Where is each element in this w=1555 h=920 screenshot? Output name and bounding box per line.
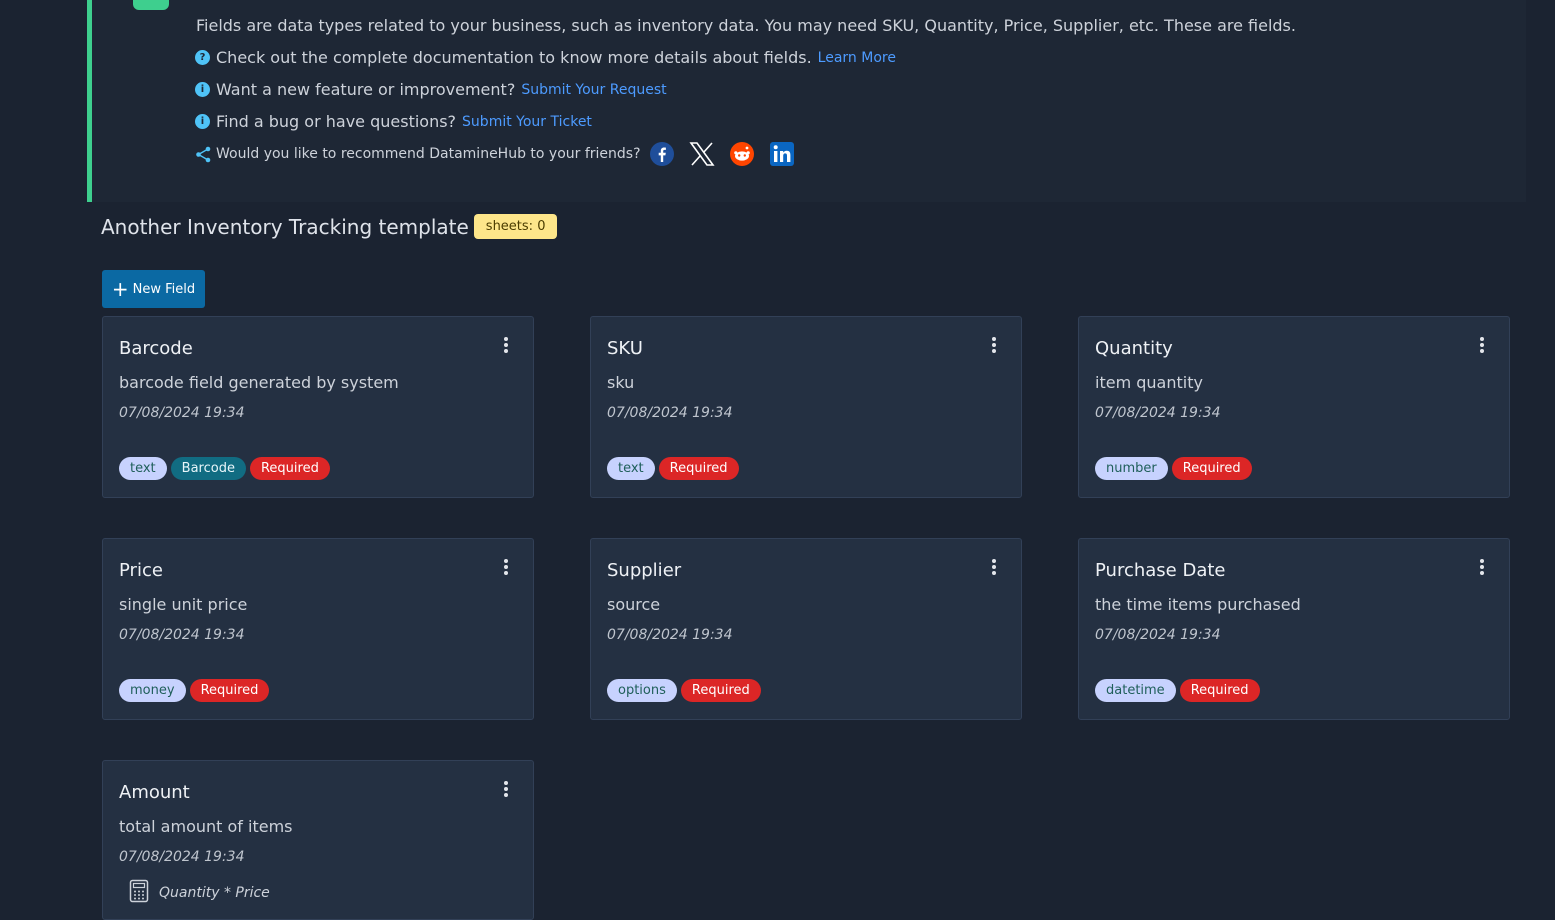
- info-intro: Fields are data types related to your bu…: [196, 16, 1296, 35]
- field-date: 07/08/2024 19:34: [119, 849, 245, 865]
- sheets-badge: sheets: 0: [473, 214, 558, 239]
- field-date: 07/08/2024 19:34: [607, 627, 733, 643]
- field-date: 07/08/2024 19:34: [119, 627, 245, 643]
- field-date: 07/08/2024 19:34: [1095, 405, 1221, 421]
- type-badge: datetime: [1095, 679, 1176, 702]
- info-bug: i Find a bug or have questions? Submit Y…: [195, 112, 592, 131]
- field-tags: datetime Required: [1095, 679, 1260, 702]
- page-title: Another Inventory Tracking template: [101, 214, 469, 239]
- field-card-amount[interactable]: Amount total amount of items 07/08/2024 …: [102, 760, 534, 920]
- linkedin-icon[interactable]: [769, 141, 795, 167]
- field-tags: text Required: [607, 457, 739, 480]
- field-description: single unit price: [119, 595, 248, 614]
- type-badge: options: [607, 679, 677, 702]
- type-badge: text: [607, 457, 655, 480]
- field-name: Price: [119, 560, 163, 581]
- plus-icon: +: [111, 277, 129, 301]
- field-description: item quantity: [1095, 373, 1203, 392]
- reddit-icon[interactable]: [729, 141, 755, 167]
- field-name: Quantity: [1095, 338, 1173, 359]
- field-date: 07/08/2024 19:34: [1095, 627, 1221, 643]
- x-icon[interactable]: [688, 141, 715, 167]
- more-options-icon[interactable]: [989, 557, 999, 577]
- info-icon: i: [195, 114, 210, 129]
- info-docs: ? Check out the complete documentation t…: [195, 48, 896, 67]
- required-badge: Required: [658, 457, 739, 480]
- field-description: sku: [607, 373, 635, 392]
- required-badge: Required: [189, 679, 270, 702]
- field-tags: options Required: [607, 679, 761, 702]
- submit-request-link[interactable]: Submit Your Request: [521, 82, 666, 98]
- info-feature-text: Want a new feature or improvement?: [216, 80, 516, 99]
- required-badge: Required: [249, 457, 330, 480]
- formula-row: Quantity * Price: [129, 879, 270, 907]
- more-options-icon[interactable]: [1477, 335, 1487, 355]
- field-name: Purchase Date: [1095, 560, 1226, 581]
- more-options-icon[interactable]: [501, 335, 511, 355]
- field-date: 07/08/2024 19:34: [607, 405, 733, 421]
- field-name: SKU: [607, 338, 643, 359]
- info-intro-text: Fields are data types related to your bu…: [196, 16, 1296, 35]
- new-field-button[interactable]: + New Field: [102, 270, 205, 308]
- more-options-icon[interactable]: [989, 335, 999, 355]
- info-docs-text: Check out the complete documentation to …: [216, 48, 812, 67]
- type-badge: text: [119, 457, 167, 480]
- field-tags: number Required: [1095, 457, 1252, 480]
- new-field-label: New Field: [132, 281, 196, 297]
- barcode-badge: Barcode: [170, 457, 246, 480]
- title-row: Another Inventory Tracking template shee…: [101, 214, 558, 239]
- calculator-icon: [129, 879, 149, 907]
- field-card-supplier[interactable]: Supplier source 07/08/2024 19:34 options…: [590, 538, 1022, 720]
- info-bug-text: Find a bug or have questions?: [216, 112, 457, 131]
- field-card-barcode[interactable]: Barcode barcode field generated by syste…: [102, 316, 534, 498]
- more-options-icon[interactable]: [501, 557, 511, 577]
- info-feature: i Want a new feature or improvement? Sub…: [195, 80, 667, 99]
- required-badge: Required: [680, 679, 761, 702]
- formula-text: Quantity * Price: [159, 885, 270, 901]
- info-share: Would you like to recommend DatamineHub …: [195, 141, 795, 167]
- field-name: Barcode: [119, 338, 193, 359]
- field-name: Amount: [119, 782, 190, 803]
- type-badge: money: [119, 679, 186, 702]
- field-description: source: [607, 595, 661, 614]
- field-card-quantity[interactable]: Quantity item quantity 07/08/2024 19:34 …: [1078, 316, 1510, 498]
- field-date: 07/08/2024 19:34: [119, 405, 245, 421]
- required-badge: Required: [1171, 457, 1252, 480]
- facebook-icon[interactable]: [649, 141, 675, 167]
- field-card-sku[interactable]: SKU sku 07/08/2024 19:34 text Required: [590, 316, 1022, 498]
- required-badge: Required: [1179, 679, 1260, 702]
- field-description: barcode field generated by system: [119, 373, 399, 392]
- field-tags: text Barcode Required: [119, 457, 330, 480]
- more-options-icon[interactable]: [1477, 557, 1487, 577]
- info-icon: i: [195, 82, 210, 97]
- question-icon: ?: [195, 50, 210, 65]
- field-card-purchase-date[interactable]: Purchase Date the time items purchased 0…: [1078, 538, 1510, 720]
- more-options-icon[interactable]: [501, 779, 511, 799]
- info-panel: Fields are data types related to your bu…: [87, 0, 1526, 202]
- field-card-price[interactable]: Price single unit price 07/08/2024 19:34…: [102, 538, 534, 720]
- info-panel-tab: [133, 0, 169, 10]
- info-share-text: Would you like to recommend DatamineHub …: [216, 146, 641, 162]
- share-icon: [195, 146, 212, 163]
- field-description: the time items purchased: [1095, 595, 1301, 614]
- field-tags: money Required: [119, 679, 270, 702]
- submit-ticket-link[interactable]: Submit Your Ticket: [462, 114, 592, 130]
- field-name: Supplier: [607, 560, 682, 581]
- type-badge: number: [1095, 457, 1168, 480]
- field-description: total amount of items: [119, 817, 293, 836]
- learn-more-link[interactable]: Learn More: [818, 50, 896, 66]
